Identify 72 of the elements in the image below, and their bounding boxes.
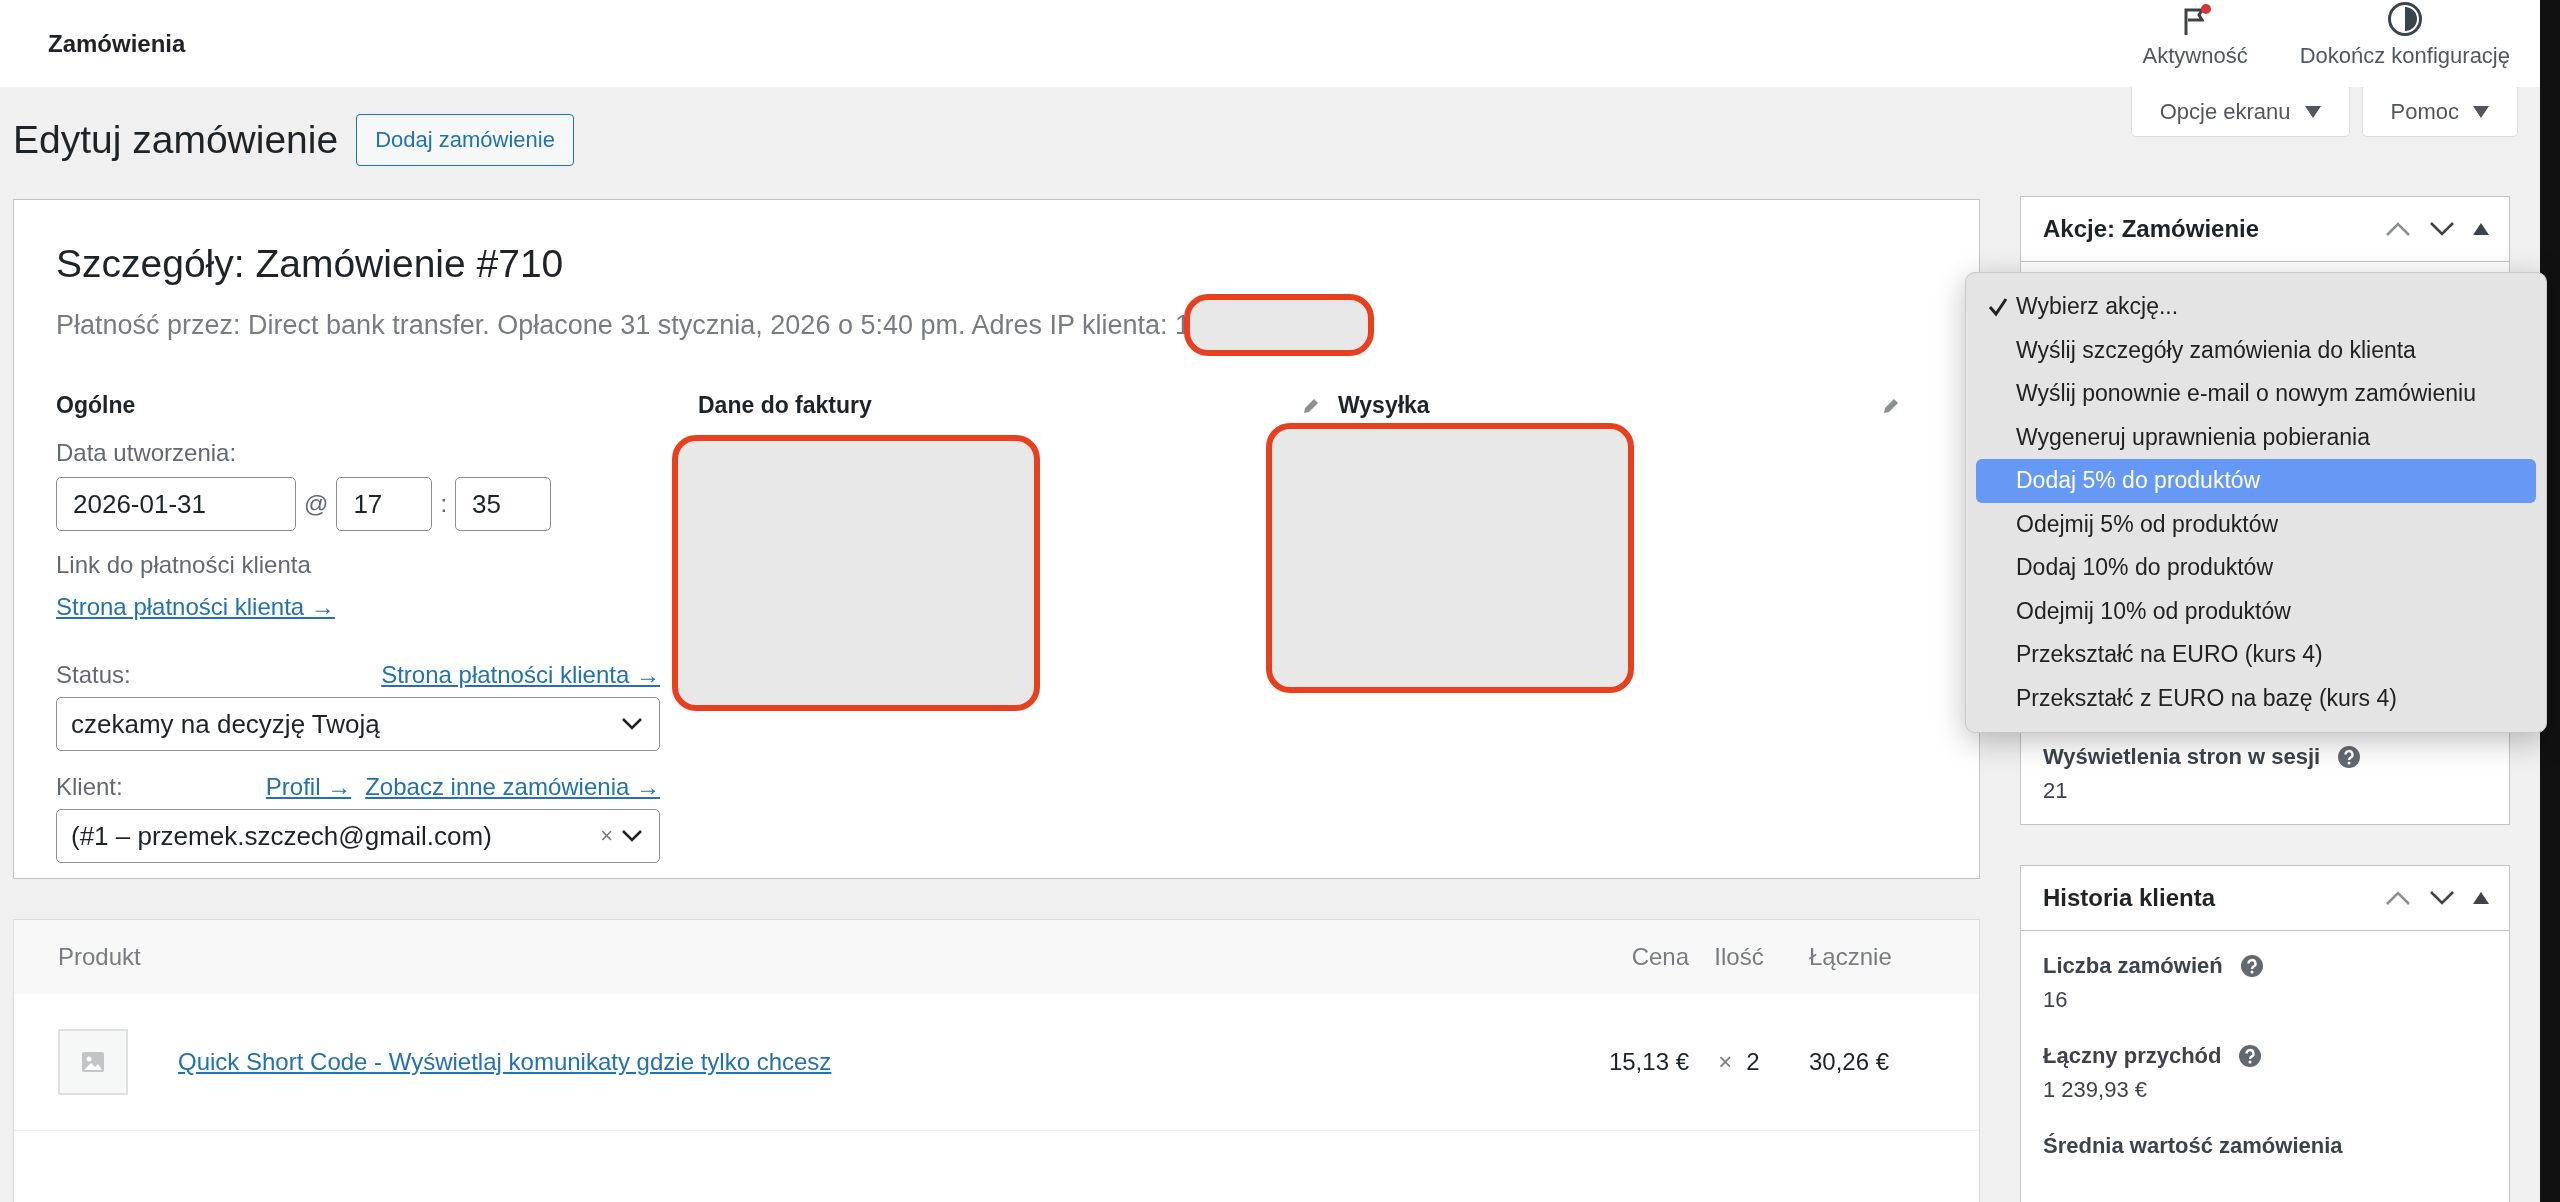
section-heading: Ogólne — [56, 392, 137, 419]
menu-item[interactable]: Wyślij ponownie e-mail o nowym zamówieniu — [1976, 372, 2536, 416]
quantity: 2 — [1746, 1048, 1760, 1076]
times-sign: × — [1718, 1048, 1733, 1076]
payment-page-link[interactable]: Strona płatności klienta → — [56, 593, 335, 621]
menu-item[interactable]: Dodaj 10% do produktów — [1976, 546, 2536, 590]
pencil-icon[interactable] — [1302, 396, 1320, 415]
minute-field[interactable]: 35 — [455, 477, 552, 531]
panel-title: Akcje: Zamówienie — [2043, 215, 2261, 243]
chevron-down-icon — [621, 717, 643, 731]
field-label: Data utworzenia: — [56, 439, 238, 467]
menu-item[interactable]: Przekształć z EURO na bazę (kurs 4) — [1976, 676, 2536, 720]
field-label: Średnia wartość zamówienia — [2043, 1133, 2343, 1159]
panel-title: Historia klienta — [2043, 884, 2217, 912]
at-sign: @ — [304, 490, 329, 518]
help-icon — [2239, 1045, 2262, 1067]
column-header: Produkt — [57, 943, 142, 971]
page-title: Zamówienia — [48, 29, 186, 58]
status-select[interactable]: czekamy na decyzję Twoją — [56, 697, 660, 751]
payment-page-link[interactable]: Strona płatności klienta → — [381, 661, 660, 689]
field-label: Łączny przychód — [2043, 1043, 2222, 1069]
other-orders-link[interactable]: Zobacz inne zamówienia → — [365, 773, 660, 801]
chevron-up-icon[interactable] — [2385, 890, 2411, 906]
field-label: Status: — [56, 661, 131, 689]
column-header: Cena — [1630, 943, 1689, 971]
menu-item[interactable]: Wygeneruj uprawnienia pobierania — [1976, 415, 2536, 459]
hour-field[interactable]: 17 — [336, 477, 433, 531]
column-header: Ilość — [1713, 943, 1765, 971]
dropdown-button[interactable]: Opcje ekranu — [2130, 87, 2350, 137]
clear-icon[interactable]: × — [600, 823, 613, 849]
chevron-up-icon[interactable] — [2385, 221, 2411, 237]
field-label: Wyświetlenia stron w sesji — [2043, 744, 2321, 770]
date-field[interactable]: 2026-01-31 — [56, 477, 296, 531]
profile-link[interactable]: Profil → — [265, 773, 352, 801]
section-heading: Dane do faktury — [698, 392, 872, 419]
dropdown-button[interactable]: Pomoc — [2361, 87, 2518, 137]
toolbar-button[interactable]: Dokończ konfigurację — [2293, 0, 2516, 87]
help-icon — [2240, 955, 2263, 977]
add-order-button[interactable]: Dodaj zamówienie — [356, 114, 574, 166]
line-total: 30,26 € — [1808, 1048, 1891, 1076]
toolbar-button[interactable]: Aktywność — [2136, 0, 2254, 87]
chevron-down-icon[interactable] — [2429, 890, 2455, 906]
field-value: 16 — [2043, 987, 2069, 1013]
help-icon — [2338, 746, 2361, 768]
menu-item[interactable]: Wybierz akcję... — [1976, 285, 2536, 329]
field-label: Link do płatności klienta — [56, 551, 312, 579]
triangle-down-icon — [2473, 105, 2489, 118]
page-heading: Edytuj zamówienie — [13, 118, 339, 162]
column-header: Łącznie — [1808, 943, 1893, 971]
field-label: Klient: — [56, 773, 123, 801]
product-link[interactable]: Quick Short Code - Wyświetlaj komunikaty gdzie tylko chcesz — [178, 1048, 832, 1076]
field-label: Liczba zamówień — [2043, 953, 2223, 979]
menu-item[interactable]: Wyślij szczegóły zamówienia do klienta — [1976, 328, 2536, 372]
pencil-icon[interactable] — [1882, 396, 1900, 415]
order-title: Szczegóły: Zamówienie #710 — [56, 242, 565, 286]
half-circle-icon — [2386, 1, 2423, 37]
image-icon — [81, 1051, 105, 1073]
item-price: 15,13 € — [1607, 1048, 1689, 1076]
flag-icon — [2183, 7, 2208, 37]
section-heading: Wysyłka — [1338, 392, 1430, 419]
chevron-down-icon — [621, 829, 643, 843]
time-separator: : — [440, 490, 448, 518]
triangle-up-icon[interactable] — [2473, 892, 2489, 904]
customer-select[interactable]: (#1 – przemek.szczech@gmail.com) × — [56, 809, 660, 863]
menu-item[interactable]: Odejmij 5% od produktów — [1976, 502, 2536, 546]
chevron-down-icon[interactable] — [2429, 221, 2455, 237]
triangle-up-icon[interactable] — [2473, 223, 2489, 235]
menu-item[interactable]: Przekształć na EURO (kurs 4) — [1976, 633, 2536, 677]
field-value: 21 — [2043, 778, 2069, 804]
triangle-down-icon — [2304, 105, 2321, 118]
menu-item[interactable]: Odejmij 10% od produktów — [1976, 589, 2536, 633]
field-value: 1 239,93 € — [2043, 1077, 2148, 1103]
